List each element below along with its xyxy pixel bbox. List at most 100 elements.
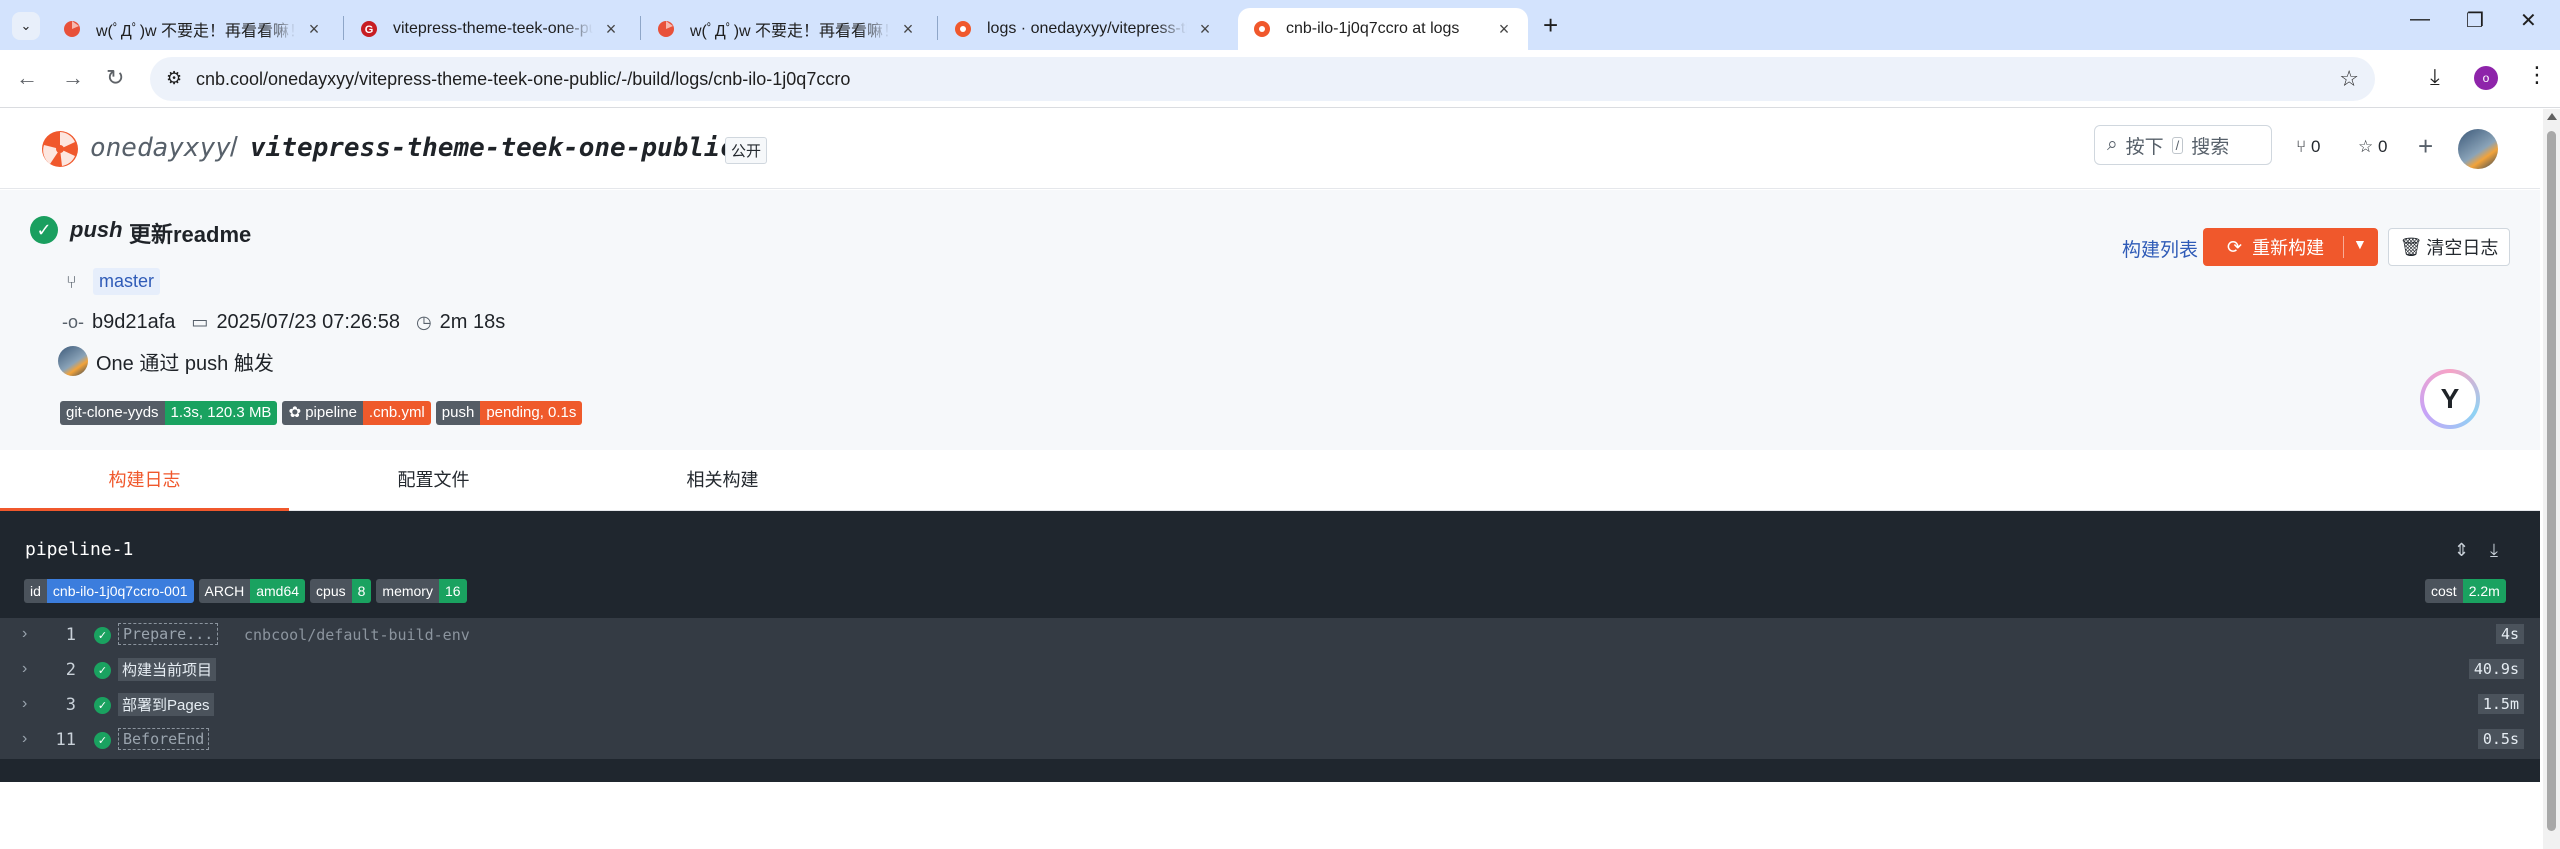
site-settings-icon[interactable]: ⚙ — [166, 68, 182, 89]
fan-logo-icon — [656, 19, 676, 39]
rebuild-button[interactable]: ⟳ 重新构建 ▼ — [2203, 228, 2378, 266]
chevron-down-icon: ⌄ — [20, 18, 32, 33]
env-badges: id cnb-ilo-1j0q7ccro-001 ARCH amd64 cpus… — [24, 579, 472, 603]
step-duration: 0.5s — [2477, 729, 2524, 749]
badge-key: ✿ pipeline — [282, 401, 363, 425]
fork-icon: ⑂ — [2296, 137, 2307, 156]
search-shortcut-key: / — [2171, 136, 2184, 154]
maximize-button[interactable]: ❐ — [2466, 8, 2484, 33]
fork-button[interactable]: ⑂ 0 — [2296, 137, 2320, 157]
tab-build-log[interactable]: 构建日志 — [0, 450, 289, 511]
repo-name-link[interactable]: vitepress-theme-teek-one-public — [250, 133, 735, 163]
user-avatar[interactable] — [2458, 129, 2498, 169]
browser-tab-5-active[interactable]: cnb-ilo-1j0q7ccro at logs × — [1238, 8, 1528, 50]
path-separator: / — [230, 131, 238, 162]
chevron-right-icon[interactable]: › — [22, 730, 27, 748]
download-icon[interactable]: ⤓ — [2430, 64, 2440, 90]
stage-badge[interactable]: git-clone-yyds 1.3s, 120.3 MB — [60, 401, 278, 425]
close-icon[interactable]: × — [304, 19, 324, 40]
tab-divider — [343, 16, 344, 40]
rebuild-label: 重新构建 — [2252, 238, 2325, 258]
gitee-logo-icon: G — [359, 19, 379, 39]
tab-title: vitepress-theme-teek-one-public — [393, 20, 593, 37]
page-scrollbar[interactable] — [2543, 109, 2560, 849]
tab-search-button[interactable]: ⌄ — [12, 12, 40, 40]
chevron-down-icon[interactable]: ▼ — [2353, 236, 2367, 252]
step-row[interactable]: › 1 ✓ Prepare... cnbcool/default-build-e… — [0, 618, 2540, 653]
clear-log-button[interactable]: 🗑 清空日志 — [2388, 228, 2510, 266]
svg-text:G: G — [365, 24, 374, 36]
browser-tab-3[interactable]: w(ﾟДﾟ)w 不要走！再看看嘛！ × — [642, 8, 932, 50]
chevron-right-icon[interactable]: › — [22, 660, 27, 678]
badge-value: 2.2m — [2462, 579, 2506, 603]
chevron-right-icon[interactable]: › — [22, 625, 27, 643]
reload-icon[interactable]: ↻ — [106, 65, 124, 91]
profile-avatar[interactable]: o — [2474, 66, 2498, 90]
assistant-floating-icon[interactable]: Y — [2420, 369, 2480, 429]
forward-arrow-icon[interactable]: → — [62, 65, 84, 91]
step-row[interactable]: › 2 ✓ 构建当前项目 40.9s — [0, 653, 2540, 688]
log-panel: pipeline-1 ⇕ ⤓ id cnb-ilo-1j0q7ccro-001 … — [0, 511, 2540, 782]
browser-menu-icon[interactable]: ⋮ — [2526, 62, 2548, 88]
badge-value: amd64 — [250, 579, 306, 603]
window-close-button[interactable]: ✕ — [2520, 8, 2537, 33]
badge-value: 8 — [351, 579, 372, 603]
trigger-row: One 通过 push 触发 — [58, 346, 274, 376]
commit-sha[interactable]: b9d21afa — [92, 311, 175, 334]
avatar[interactable] — [58, 346, 88, 376]
bookmark-star-icon[interactable]: ☆ — [2339, 66, 2359, 92]
create-plus-button[interactable]: + — [2418, 131, 2433, 162]
badge-value: 1.3s, 120.3 MB — [164, 401, 278, 425]
badge-key: cost — [2425, 579, 2463, 603]
browser-tab-2[interactable]: G vitepress-theme-teek-one-public × — [345, 8, 635, 50]
url-text[interactable]: cnb.cool/onedayxyy/vitepress-theme-teek-… — [196, 69, 850, 90]
browser-tab-bar: ⌄ w(ﾟДﾟ)w 不要走！再看看嘛！ × G vitepress-theme-… — [0, 0, 2560, 50]
commit-title: 更新readme — [129, 222, 252, 247]
scrollbar-thumb[interactable] — [2547, 131, 2556, 831]
tab-config-file[interactable]: 配置文件 — [289, 450, 578, 511]
cnb-logo-icon[interactable] — [40, 129, 80, 169]
build-list-link[interactable]: 构建列表 — [2122, 235, 2198, 262]
tab-title: logs · onedayxyy/vitepress-theme-teek-on… — [987, 20, 1187, 37]
badge-value: cnb-ilo-1j0q7ccro-001 — [46, 579, 194, 603]
download-log-icon[interactable]: ⤓ — [2490, 540, 2498, 561]
build-header: ✓ push 更新readme ⑂ master -o- b9d21afa ▭ … — [0, 190, 2540, 450]
build-datetime: 2025/07/23 07:26:58 — [216, 311, 400, 333]
search-input[interactable]: ⌕ 按下 / 搜索 — [2094, 125, 2272, 165]
step-duration: 4s — [2495, 624, 2524, 644]
branch-link[interactable]: master — [93, 268, 161, 295]
cnb-logo-icon — [1252, 19, 1272, 39]
url-bar[interactable]: ⚙ cnb.cool/onedayxyy/vitepress-theme-tee… — [150, 57, 2375, 101]
browser-tab-4[interactable]: logs · onedayxyy/vitepress-theme-teek-on… — [939, 8, 1229, 50]
step-row[interactable]: › 3 ✓ 部署到Pages 1.5m — [0, 688, 2540, 723]
fork-count: 0 — [2310, 137, 2321, 156]
chevron-right-icon[interactable]: › — [22, 695, 27, 713]
star-icon: ☆ — [2358, 137, 2374, 156]
browser-tab-1[interactable]: w(ﾟДﾟ)w 不要走！再看看嘛！ × — [48, 8, 338, 50]
close-icon[interactable]: × — [1494, 19, 1514, 40]
close-icon[interactable]: × — [898, 19, 918, 40]
new-tab-button[interactable]: + — [1543, 10, 1558, 41]
tab-related-builds[interactable]: 相关构建 — [578, 450, 867, 511]
clock-icon: ◷ — [415, 312, 432, 332]
scroll-up-arrow-icon[interactable] — [2547, 113, 2557, 120]
refresh-icon: ⟳ — [2227, 236, 2243, 257]
trigger-text: One 通过 push 触发 — [96, 352, 274, 375]
expand-collapse-icon[interactable]: ⇕ — [2454, 540, 2469, 561]
close-icon[interactable]: × — [1195, 19, 1215, 40]
step-name: 构建当前项目 — [118, 658, 217, 681]
close-icon[interactable]: × — [601, 19, 621, 40]
badge-value: pending, 0.1s — [480, 401, 583, 425]
cnb-logo-icon — [953, 19, 973, 39]
minimize-button[interactable]: — — [2410, 8, 2430, 31]
star-button[interactable]: ☆ 0 — [2358, 137, 2387, 157]
repo-owner-link[interactable]: onedayxyy — [90, 133, 231, 163]
step-number: 3 — [65, 695, 76, 715]
step-row[interactable]: › 11 ✓ BeforeEnd 0.5s — [0, 723, 2540, 758]
calendar-icon: ▭ — [191, 312, 209, 332]
back-arrow-icon[interactable]: ← — [16, 65, 38, 91]
stage-badge[interactable]: ✿ pipeline .cnb.yml — [282, 401, 431, 425]
search-icon: ⌕ — [2107, 134, 2118, 155]
stage-badge[interactable]: push pending, 0.1s — [435, 401, 583, 425]
trash-icon: 🗑 — [2399, 236, 2423, 257]
